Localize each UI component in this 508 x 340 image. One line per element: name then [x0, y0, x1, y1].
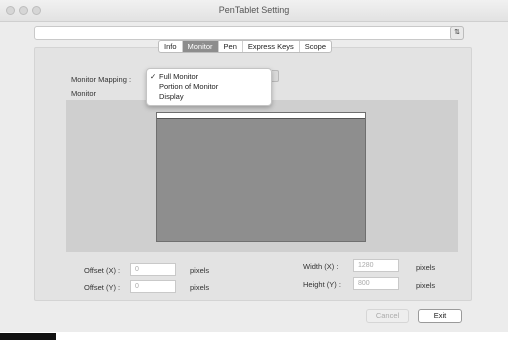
title-bar: PenTablet Setting	[0, 0, 508, 22]
monitor-label: Monitor	[71, 89, 97, 98]
monitor-mapping-label: Monitor Mapping :	[71, 75, 132, 84]
cancel-button[interactable]: Cancel	[366, 309, 409, 323]
menu-item-display[interactable]: Display	[147, 92, 271, 102]
offset-y-label: Offset (Y) :	[84, 283, 121, 292]
height-label: Height (Y) :	[303, 280, 341, 289]
menu-item-portion-of-monitor[interactable]: Portion of Monitor	[147, 82, 271, 92]
height-unit: pixels	[416, 281, 436, 290]
bottom-dark-strip	[0, 333, 56, 340]
menu-item-label: Display	[159, 92, 184, 101]
width-field[interactable]: 1280	[353, 259, 399, 272]
tab-scope[interactable]: Scope	[300, 41, 331, 52]
bottom-strip	[0, 332, 508, 340]
height-field[interactable]: 800	[353, 277, 399, 290]
tab-bar: Info Monitor Pen Express Keys Scope	[158, 40, 333, 53]
monitor-mapping-popup-button[interactable]	[272, 70, 279, 82]
offset-y-unit: pixels	[190, 283, 210, 292]
menu-item-full-monitor[interactable]: ✓ Full Monitor	[147, 72, 271, 82]
exit-button[interactable]: Exit	[418, 309, 462, 323]
screen-menu-bar	[157, 113, 365, 119]
monitor-mapping-menu: ✓ Full Monitor Portion of Monitor Displa…	[146, 68, 272, 106]
offset-y-field[interactable]: 0	[130, 280, 176, 293]
device-dropdown[interactable]: ⇅	[34, 26, 464, 40]
width-unit: pixels	[416, 263, 436, 272]
monitor-screen-preview	[156, 112, 366, 242]
tab-monitor[interactable]: Monitor	[182, 41, 219, 52]
offset-x-unit: pixels	[190, 266, 210, 275]
tab-express-keys[interactable]: Express Keys	[243, 41, 300, 52]
up-down-chevron-icon[interactable]: ⇅	[450, 26, 464, 40]
offset-x-field[interactable]: 0	[130, 263, 176, 276]
tab-pen[interactable]: Pen	[219, 41, 243, 52]
width-label: Width (X) :	[303, 262, 339, 271]
menu-item-label: Portion of Monitor	[159, 82, 219, 91]
menu-item-label: Full Monitor	[159, 72, 199, 81]
window-title: PenTablet Setting	[218, 5, 290, 15]
tab-info[interactable]: Info	[159, 41, 183, 52]
offset-x-label: Offset (X) :	[84, 266, 121, 275]
checkmark-icon: ✓	[150, 72, 157, 81]
settings-window: PenTablet Setting ⇅ Info Monitor Pen Exp…	[0, 0, 508, 340]
